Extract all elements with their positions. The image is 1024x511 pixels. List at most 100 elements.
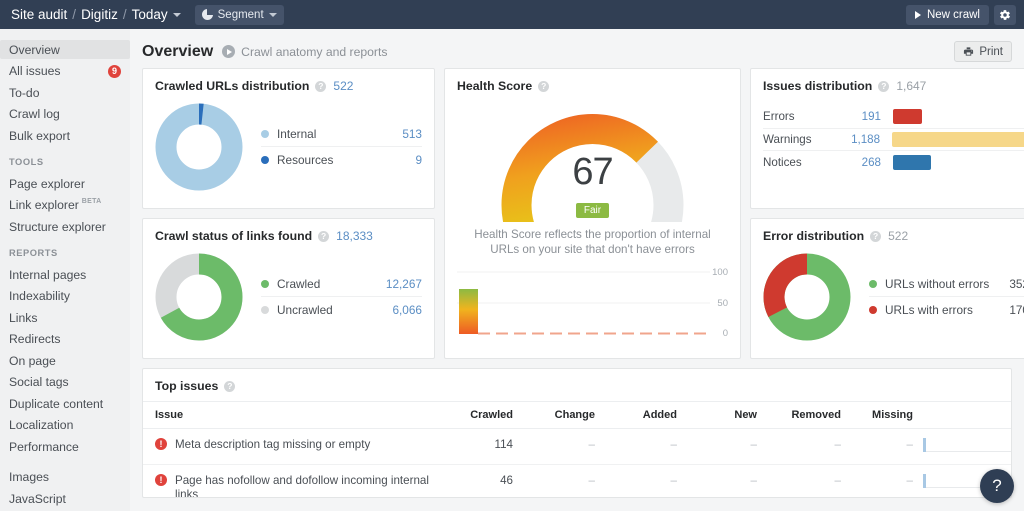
segment-button[interactable]: Segment — [194, 4, 284, 25]
top-issues-card: Top issues ? Issue Crawled Change Added … — [142, 368, 1012, 498]
cell-issue: ! Meta description tag missing or empty — [143, 428, 433, 465]
gear-icon — [1000, 9, 1010, 20]
sidebar-item-label: All issues — [9, 64, 61, 78]
sidebar-item-label: Social tags — [9, 375, 69, 389]
row-bar-notices — [893, 154, 931, 170]
sidebar-item-performance[interactable]: Performance — [0, 437, 130, 456]
sidebar-item-all-issues[interactable]: All issues 9 — [0, 62, 130, 81]
card-title: Issues distribution — [763, 79, 873, 93]
beta-tag: BETA — [81, 197, 102, 205]
card-header: Crawled URLs distribution ? 522 — [143, 69, 434, 93]
cell-added: – — [595, 428, 677, 465]
card-title: Top issues — [155, 379, 219, 393]
breadcrumb-project[interactable]: Digitiz — [81, 7, 118, 22]
all-issues-badge: 9 — [108, 64, 121, 78]
y-tick-label: 50 — [717, 298, 728, 309]
settings-button[interactable] — [994, 4, 1016, 25]
issue-distribution-row[interactable]: Warnings 1,188 — [763, 129, 1024, 151]
legend-label: Crawled — [277, 277, 321, 291]
sidebar-item-structure-explorer[interactable]: Structure explorer — [0, 217, 130, 236]
breadcrumb-date-label: Today — [131, 7, 168, 22]
breadcrumb-separator: / — [122, 7, 127, 22]
help-icon[interactable]: ? — [878, 80, 890, 92]
printer-icon — [964, 47, 974, 56]
col-added[interactable]: Added — [595, 401, 677, 429]
crawled-urls-donut-chart — [155, 103, 243, 191]
cell-missing: – — [841, 428, 913, 465]
sidebar-item-to-do[interactable]: To-do — [0, 83, 130, 102]
sidebar-item-crawl-log[interactable]: Crawl log — [0, 105, 130, 124]
crawled-urls-distribution-card: Crawled URLs distribution ? 522 Internal… — [142, 68, 435, 209]
card-body: Internal 513 Resources 9 — [143, 93, 434, 203]
col-new[interactable]: New — [677, 401, 757, 429]
legend-item: URLs without errors 352 — [869, 272, 1024, 297]
card-title: Crawl status of links found — [155, 229, 313, 243]
table-header-row: Issue Crawled Change Added New Removed M… — [143, 401, 1011, 429]
issue-distribution-row[interactable]: Errors 191 — [763, 106, 1024, 129]
help-icon[interactable]: ? — [224, 380, 236, 392]
play-video-icon[interactable] — [222, 45, 236, 58]
legend-label: Uncrawled — [277, 302, 333, 317]
card-body: Crawled 12,267 Uncrawled 6,066 — [143, 243, 434, 353]
legend-label: URLs with errors — [885, 302, 973, 317]
print-button[interactable]: Print — [954, 41, 1012, 62]
top-issues-table: Issue Crawled Change Added New Removed M… — [143, 401, 1011, 497]
col-missing[interactable]: Missing — [841, 401, 913, 429]
legend-swatch-urls-with-errors — [869, 305, 877, 314]
sidebar-item-indexability[interactable]: Indexability — [0, 287, 130, 306]
legend-label: Internal — [277, 127, 317, 141]
legend-value: 9 — [415, 152, 422, 167]
issue-name[interactable]: Meta description tag missing or empty — [175, 438, 370, 452]
table-row[interactable]: ! Page has nofollow and dofollow incomin… — [143, 464, 1011, 497]
card-title: Error distribution — [763, 229, 865, 243]
help-icon[interactable]: ? — [315, 80, 327, 92]
error-icon: ! — [155, 438, 167, 450]
sidebar-section-tools: TOOLS — [9, 157, 44, 167]
new-crawl-button[interactable]: New crawl — [905, 4, 989, 25]
legend-value: 12,267 — [385, 277, 422, 291]
cell-missing: – — [841, 464, 913, 497]
sidebar-item-localization[interactable]: Localization — [0, 416, 130, 435]
issue-name[interactable]: Page has nofollow and dofollow incoming … — [175, 474, 433, 497]
sidebar-item-page-explorer[interactable]: Page explorer — [0, 174, 130, 193]
health-score-value: 67 — [572, 151, 613, 193]
sidebar-item-label: Localization — [9, 418, 74, 432]
sidebar-item-duplicate-content[interactable]: Duplicate content — [0, 394, 130, 413]
sidebar-item-overview[interactable]: Overview — [0, 40, 130, 59]
col-crawled[interactable]: Crawled — [433, 401, 513, 429]
issue-distribution-row[interactable]: Notices 268 — [763, 151, 1024, 174]
history-bar-chart — [457, 271, 710, 335]
sidebar-item-on-page[interactable]: On page — [0, 351, 130, 370]
sidebar-item-bulk-export[interactable]: Bulk export — [0, 126, 130, 145]
health-score-history-chart: 100 50 0 — [457, 265, 728, 341]
sidebar-item-social-tags[interactable]: Social tags — [0, 373, 130, 392]
sidebar-item-internal-pages[interactable]: Internal pages — [0, 265, 130, 284]
health-score-card: Health Score ? 67 Fair Health Score refl… — [444, 68, 741, 359]
legend-swatch-internal — [261, 130, 269, 138]
table-body: ! Meta description tag missing or empty … — [143, 428, 1011, 497]
table-row[interactable]: ! Meta description tag missing or empty … — [143, 428, 1011, 465]
help-button[interactable]: ? — [980, 469, 1014, 503]
breadcrumb-date-dropdown[interactable]: Today — [132, 7, 181, 22]
legend-label: URLs without errors — [885, 277, 990, 291]
row-bar-warnings — [892, 131, 1024, 147]
col-removed[interactable]: Removed — [757, 401, 841, 429]
breadcrumb-site-audit[interactable]: Site audit — [11, 7, 67, 22]
sidebar-item-redirects[interactable]: Redirects — [0, 330, 130, 349]
help-icon[interactable]: ? — [538, 80, 550, 92]
help-icon[interactable]: ? — [318, 230, 330, 242]
sidebar-item-links[interactable]: Links — [0, 308, 130, 327]
error-icon: ! — [155, 474, 167, 486]
cell-change: – — [513, 428, 595, 465]
pie-chart-icon — [201, 9, 213, 20]
col-change[interactable]: Change — [513, 401, 595, 429]
help-icon[interactable]: ? — [870, 230, 882, 242]
cell-issue: ! Page has nofollow and dofollow incomin… — [143, 464, 433, 497]
sidebar-item-images[interactable]: Images — [0, 468, 130, 487]
col-issue[interactable]: Issue — [143, 401, 433, 429]
sidebar-item-link-explorer[interactable]: Link explorer BETA — [0, 196, 130, 215]
row-label: Errors — [763, 110, 795, 124]
cell-crawled: 46 — [433, 464, 513, 497]
main-content: Overview Crawl anatomy and reports Print… — [130, 29, 1024, 511]
sidebar-item-javascript[interactable]: JavaScript — [0, 489, 130, 508]
